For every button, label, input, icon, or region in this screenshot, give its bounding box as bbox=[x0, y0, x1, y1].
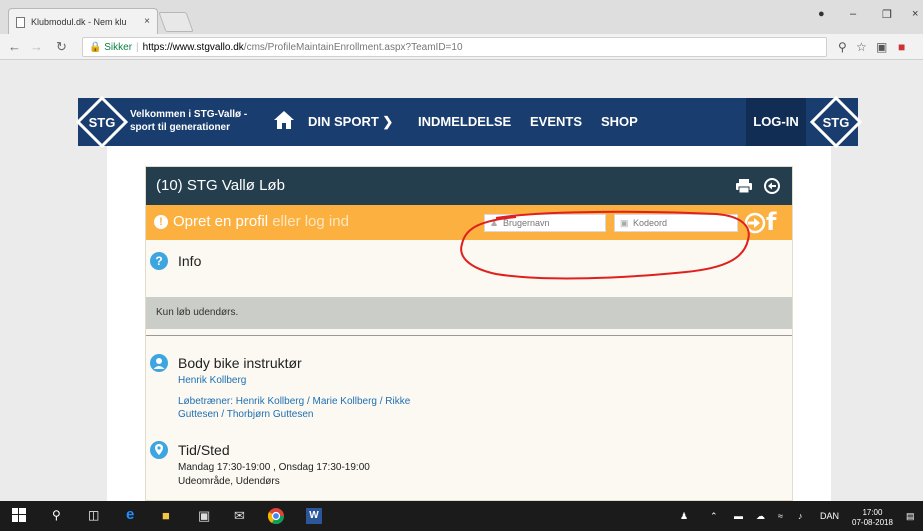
bookmark-star-icon[interactable]: ☆ bbox=[856, 40, 867, 54]
notification-icon[interactable]: ▤ bbox=[906, 511, 915, 522]
svg-text:STG: STG bbox=[823, 115, 850, 130]
instructor-name-link[interactable]: Henrik Kollberg bbox=[178, 374, 246, 387]
browser-tab[interactable]: Klubmodul.dk - Nem klu × bbox=[8, 8, 158, 34]
nav-indmeldelse[interactable]: INDMELDELSE bbox=[418, 114, 511, 129]
window-close-icon[interactable]: × bbox=[912, 8, 918, 20]
language-indicator[interactable]: DAN bbox=[820, 511, 839, 521]
forward-arrow-icon[interactable]: → bbox=[30, 39, 43, 54]
tab-title: Klubmodul.dk - Nem klu bbox=[31, 17, 127, 27]
stg-logo-left[interactable]: STG bbox=[76, 96, 128, 148]
clock-date: 07-08-2018 bbox=[852, 518, 893, 527]
welcome-text: Velkommen i STG-Vallø - sport til genera… bbox=[130, 108, 270, 134]
info-note: Kun løb udendørs. bbox=[146, 297, 792, 329]
chevron-down-icon: ❯ bbox=[382, 114, 394, 129]
login-prompt: Opret en profil eller log ind bbox=[173, 213, 349, 230]
address-bar[interactable]: 🔒 Sikker | https://www.stgvallo.dk/cms/Pro… bbox=[82, 37, 827, 57]
person-icon bbox=[150, 354, 168, 372]
panel-title: (10) STG Vallø Løb bbox=[156, 177, 285, 194]
tray-chevron-icon[interactable]: ⌃ bbox=[710, 511, 718, 522]
windows-taskbar: ⚲ ◫ e ■ ▣ ✉ W ♟ ⌃ ▬ ☁ ≈ ♪ DAN 17:00 07-0… bbox=[0, 501, 923, 531]
page-icon bbox=[16, 17, 25, 28]
secure-label: Sikker bbox=[104, 42, 133, 53]
browser-toolbar: ← → ↻ 🔒 Sikker | https://www.stgvallo.dk/c… bbox=[0, 34, 923, 60]
info-title: Info bbox=[178, 253, 202, 269]
schedule-text: Mandag 17:30-19:00 , Onsdag 17:30-19:00 bbox=[178, 462, 370, 473]
back-arrow-icon[interactable]: ← bbox=[8, 39, 21, 54]
clock[interactable]: 17:00 07-08-2018 bbox=[852, 508, 893, 528]
trainers-line-2[interactable]: Guttesen / Thorbjørn Guttesen bbox=[178, 408, 313, 421]
or-login-text: eller log ind bbox=[268, 213, 349, 230]
url-path: /cms/ProfileMaintainEnrollment.aspx?Team… bbox=[243, 42, 463, 53]
stg-logo-right[interactable]: STG bbox=[810, 96, 862, 148]
mail-icon[interactable]: ✉ bbox=[234, 508, 245, 524]
lock-icon: 🔒 bbox=[89, 42, 102, 53]
volume-icon[interactable]: ♪ bbox=[798, 511, 803, 521]
nav-din-sport-label: DIN SPORT bbox=[308, 114, 379, 129]
battery-icon[interactable]: ▬ bbox=[734, 511, 743, 521]
location-text: Udeområde, Udendørs bbox=[178, 476, 280, 487]
welcome-line-2: sport til generationer bbox=[130, 122, 231, 133]
nav-shop[interactable]: SHOP bbox=[601, 114, 638, 129]
instructor-title: Body bike instruktør bbox=[178, 355, 302, 371]
home-icon[interactable] bbox=[273, 110, 295, 130]
task-view-icon[interactable]: ◫ bbox=[88, 508, 99, 522]
url-host: https://www.stgvallo.dk bbox=[142, 42, 244, 53]
trainers-line-1[interactable]: Løbetræner: Henrik Kollberg / Marie Koll… bbox=[178, 395, 410, 408]
extension-icon[interactable]: ▣ bbox=[876, 40, 887, 54]
profile-icon[interactable]: ● bbox=[818, 8, 825, 20]
info-question-icon: ? bbox=[150, 252, 168, 270]
back-circle-icon[interactable] bbox=[764, 178, 780, 194]
word-icon[interactable]: W bbox=[306, 508, 322, 524]
reload-icon[interactable]: ↻ bbox=[56, 39, 67, 55]
alert-icon: ! bbox=[154, 215, 168, 229]
welcome-line-1: Velkommen i STG-Vallø - bbox=[130, 109, 248, 120]
create-profile-link[interactable]: Opret en profil bbox=[173, 213, 268, 230]
clock-time: 17:00 bbox=[862, 508, 883, 517]
close-tab-icon[interactable]: × bbox=[144, 16, 150, 27]
cloud-icon[interactable]: ☁ bbox=[756, 511, 765, 522]
search-icon[interactable]: ⚲ bbox=[52, 508, 61, 522]
new-tab-button[interactable] bbox=[158, 12, 194, 32]
facebook-login-icon[interactable]: f bbox=[766, 208, 776, 236]
wifi-icon[interactable]: ≈ bbox=[778, 511, 783, 521]
red-annotation-circle bbox=[460, 210, 750, 280]
windows-start-icon[interactable] bbox=[12, 508, 26, 522]
nav-din-sport[interactable]: DIN SPORT ❯ bbox=[308, 114, 393, 130]
print-icon[interactable] bbox=[736, 179, 752, 193]
browser-tab-strip: Klubmodul.dk - Nem klu × ● – ❐ × bbox=[0, 0, 923, 34]
svg-text:STG: STG bbox=[89, 115, 116, 130]
nav-events[interactable]: EVENTS bbox=[530, 114, 582, 129]
file-explorer-icon[interactable]: ■ bbox=[162, 508, 170, 523]
extension-badge-icon[interactable]: ■ bbox=[898, 40, 905, 54]
edge-icon[interactable]: e bbox=[126, 506, 134, 523]
time-place-title: Tid/Sted bbox=[178, 442, 230, 458]
divider bbox=[146, 335, 792, 336]
people-icon[interactable]: ♟ bbox=[680, 511, 688, 522]
login-button[interactable]: LOG-IN bbox=[746, 98, 806, 146]
panel-header: (10) STG Vallø Løb bbox=[146, 167, 792, 205]
store-icon[interactable]: ▣ bbox=[198, 508, 210, 524]
site-navbar: Velkommen i STG-Vallø - sport til genera… bbox=[78, 98, 858, 146]
minimize-icon[interactable]: – bbox=[850, 8, 856, 20]
restore-icon[interactable]: ❐ bbox=[882, 8, 892, 21]
key-icon[interactable]: ⚲ bbox=[838, 40, 847, 54]
chrome-icon[interactable] bbox=[268, 508, 284, 524]
location-pin-icon bbox=[150, 441, 168, 459]
